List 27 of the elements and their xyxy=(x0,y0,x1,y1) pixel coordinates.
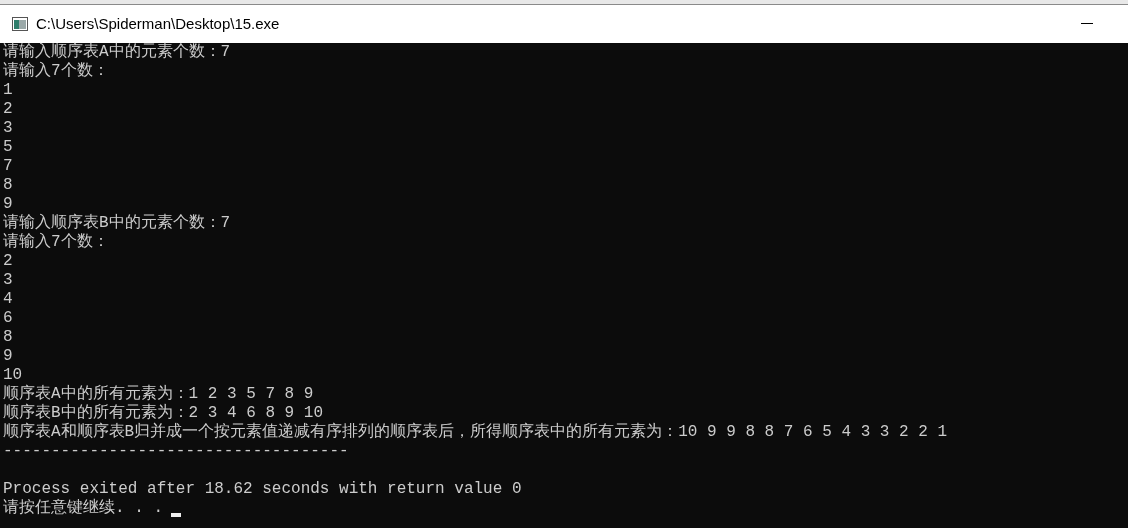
console-line: 9 xyxy=(3,347,13,366)
console-line: 2 xyxy=(3,252,13,271)
console-line: 请输入顺序表B中的元素个数：7 xyxy=(3,214,231,233)
console-line: 9 xyxy=(3,195,13,214)
console-line: 5 xyxy=(3,138,13,157)
console-line: 2 xyxy=(3,100,13,119)
window-title: C:\Users\Spiderman\Desktop\15.exe xyxy=(36,13,280,34)
console-line: 3 xyxy=(3,271,13,290)
console-line: 7 xyxy=(3,157,13,176)
console-line: 6 xyxy=(3,309,13,328)
console-line: 顺序表B中的所有元素为：2 3 4 6 8 9 10 xyxy=(3,404,324,422)
console-line: 8 xyxy=(3,176,13,195)
console-line: 请输入7个数： xyxy=(3,233,109,252)
console-line: 10 xyxy=(3,366,23,384)
console-app-icon xyxy=(12,17,28,31)
console-line: 1 xyxy=(3,81,13,100)
console-line: 顺序表A中的所有元素为：1 2 3 5 7 8 9 xyxy=(3,385,314,403)
console-line: 4 xyxy=(3,290,13,309)
console-line: 请输入顺序表A中的元素个数：7 xyxy=(3,43,231,62)
console-line: 顺序表A和顺序表B归并成一个按元素值递减有序排列的顺序表后，所得顺序表中的所有元素为：10 9 9 8 8 7 6 5 4 3 3 2 2 1 xyxy=(3,423,948,442)
console-line: Process exited after 18.62 seconds with return value 0 xyxy=(3,480,522,498)
console-line: 8 xyxy=(3,328,13,347)
console-line: 3 xyxy=(3,119,13,138)
console-line: 请输入7个数： xyxy=(3,62,109,81)
console-line: ------------------------------------ xyxy=(3,442,349,461)
console-line: 请按任意键继续. . . xyxy=(3,499,163,518)
minimize-icon xyxy=(1081,23,1093,25)
